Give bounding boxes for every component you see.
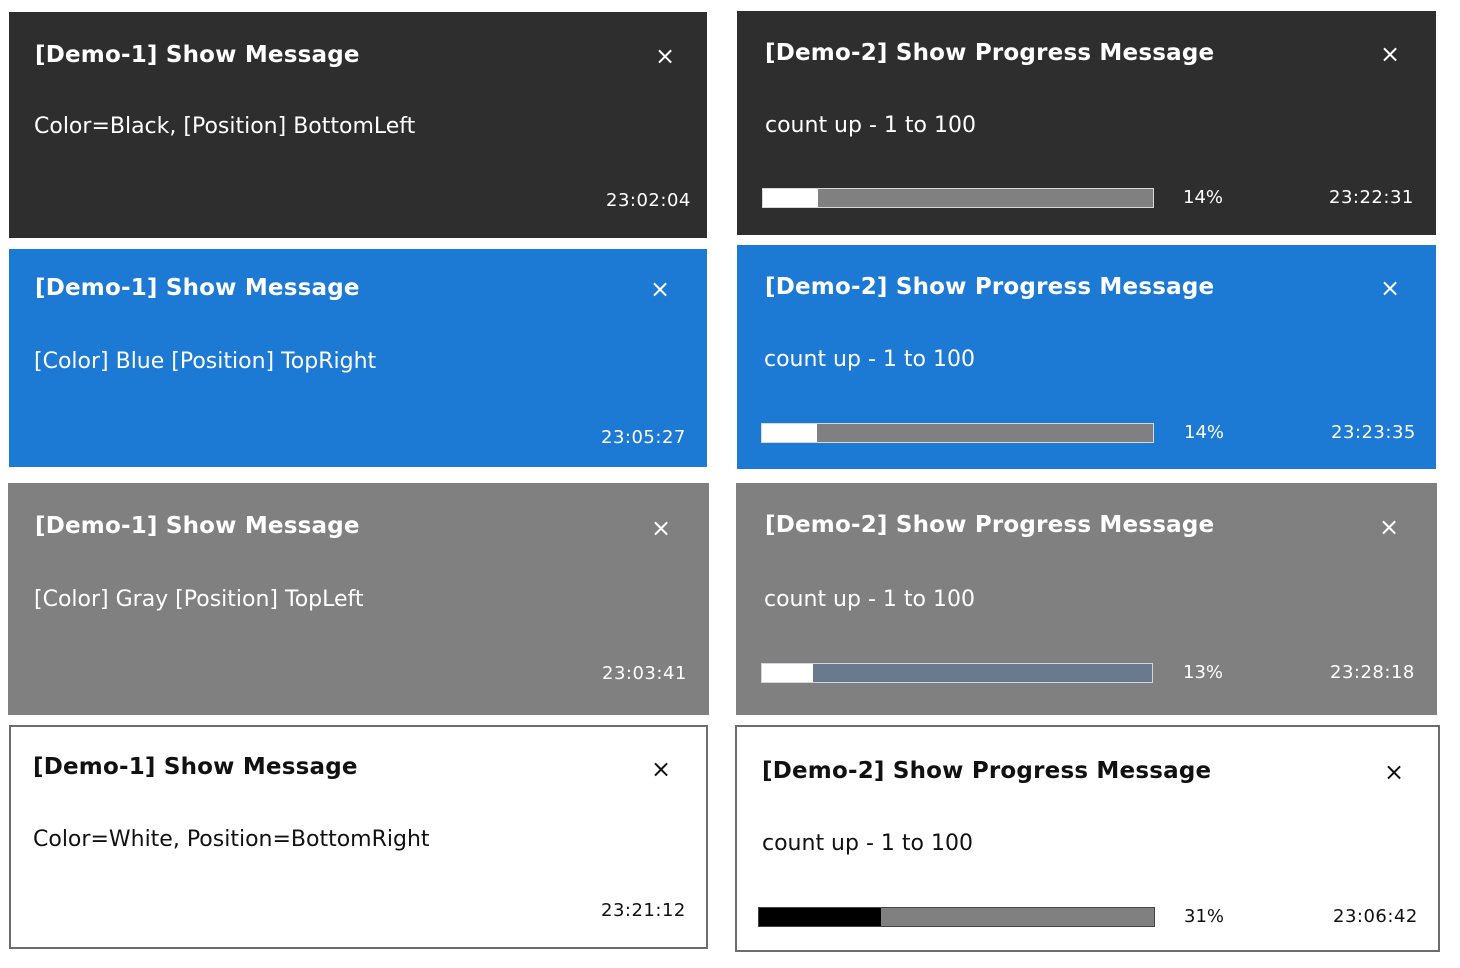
toast-demo1-black: [Demo-1] Show Message × Color=Black, [Po…	[9, 12, 707, 238]
toast-timestamp: 23:03:41	[602, 663, 687, 684]
toast-demo1-blue: [Demo-1] Show Message × [Color] Blue [Po…	[9, 249, 707, 467]
toast-message: [Color] Blue [Position] TopRight	[34, 349, 377, 374]
toast-title: [Demo-2] Show Progress Message	[765, 40, 1215, 66]
close-icon[interactable]: ×	[651, 516, 671, 540]
close-icon[interactable]: ×	[1380, 276, 1400, 300]
toast-demo2-white: [Demo-2] Show Progress Message × count u…	[735, 725, 1440, 952]
toast-demo1-gray: [Demo-1] Show Message × [Color] Gray [Po…	[8, 483, 709, 715]
toast-message: count up - 1 to 100	[762, 831, 973, 856]
toast-title: [Demo-2] Show Progress Message	[765, 274, 1215, 300]
close-icon[interactable]: ×	[1379, 515, 1399, 539]
toast-title: [Demo-1] Show Message	[35, 275, 360, 301]
toast-timestamp: 23:22:31	[1329, 187, 1414, 208]
toast-title: [Demo-1] Show Message	[35, 513, 360, 539]
progress-bar	[758, 907, 1155, 927]
toast-message: Color=Black, [Position] BottomLeft	[34, 114, 416, 139]
toast-demo2-blue: [Demo-2] Show Progress Message × count u…	[737, 245, 1436, 469]
toast-timestamp: 23:05:27	[601, 427, 686, 448]
toast-title: [Demo-2] Show Progress Message	[765, 512, 1215, 538]
toast-title: [Demo-1] Show Message	[33, 754, 358, 780]
close-icon[interactable]: ×	[651, 757, 671, 781]
toast-title: [Demo-1] Show Message	[35, 42, 360, 68]
close-icon[interactable]: ×	[655, 44, 675, 68]
toast-message: Color=White, Position=BottomRight	[33, 827, 430, 852]
progress-fill	[759, 908, 882, 926]
progress-percent: 14%	[1184, 422, 1225, 443]
toast-demo2-gray: [Demo-2] Show Progress Message × count u…	[736, 483, 1437, 715]
progress-percent: 31%	[1184, 906, 1225, 927]
progress-percent: 14%	[1183, 187, 1224, 208]
toast-timestamp: 23:06:42	[1333, 906, 1418, 927]
close-icon[interactable]: ×	[650, 277, 670, 301]
toast-timestamp: 23:28:18	[1330, 662, 1415, 683]
progress-bar	[762, 188, 1154, 208]
toast-message: count up - 1 to 100	[765, 113, 976, 138]
progress-percent: 13%	[1183, 662, 1224, 683]
toast-timestamp: 23:23:35	[1331, 422, 1416, 443]
progress-fill	[763, 189, 818, 207]
toast-demo2-black: [Demo-2] Show Progress Message × count u…	[737, 11, 1436, 235]
toast-message: count up - 1 to 100	[764, 347, 975, 372]
toast-demo1-white: [Demo-1] Show Message × Color=White, Pos…	[9, 725, 708, 949]
toast-message: count up - 1 to 100	[764, 587, 975, 612]
toast-message: [Color] Gray [Position] TopLeft	[34, 587, 364, 612]
toast-timestamp: 23:21:12	[601, 900, 686, 921]
toast-timestamp: 23:02:04	[606, 190, 691, 211]
progress-fill	[762, 664, 813, 682]
close-icon[interactable]: ×	[1380, 42, 1400, 66]
close-icon[interactable]: ×	[1384, 760, 1404, 784]
progress-bar	[761, 423, 1154, 443]
progress-bar	[761, 663, 1153, 683]
progress-fill	[762, 424, 817, 442]
toast-title: [Demo-2] Show Progress Message	[762, 758, 1212, 784]
